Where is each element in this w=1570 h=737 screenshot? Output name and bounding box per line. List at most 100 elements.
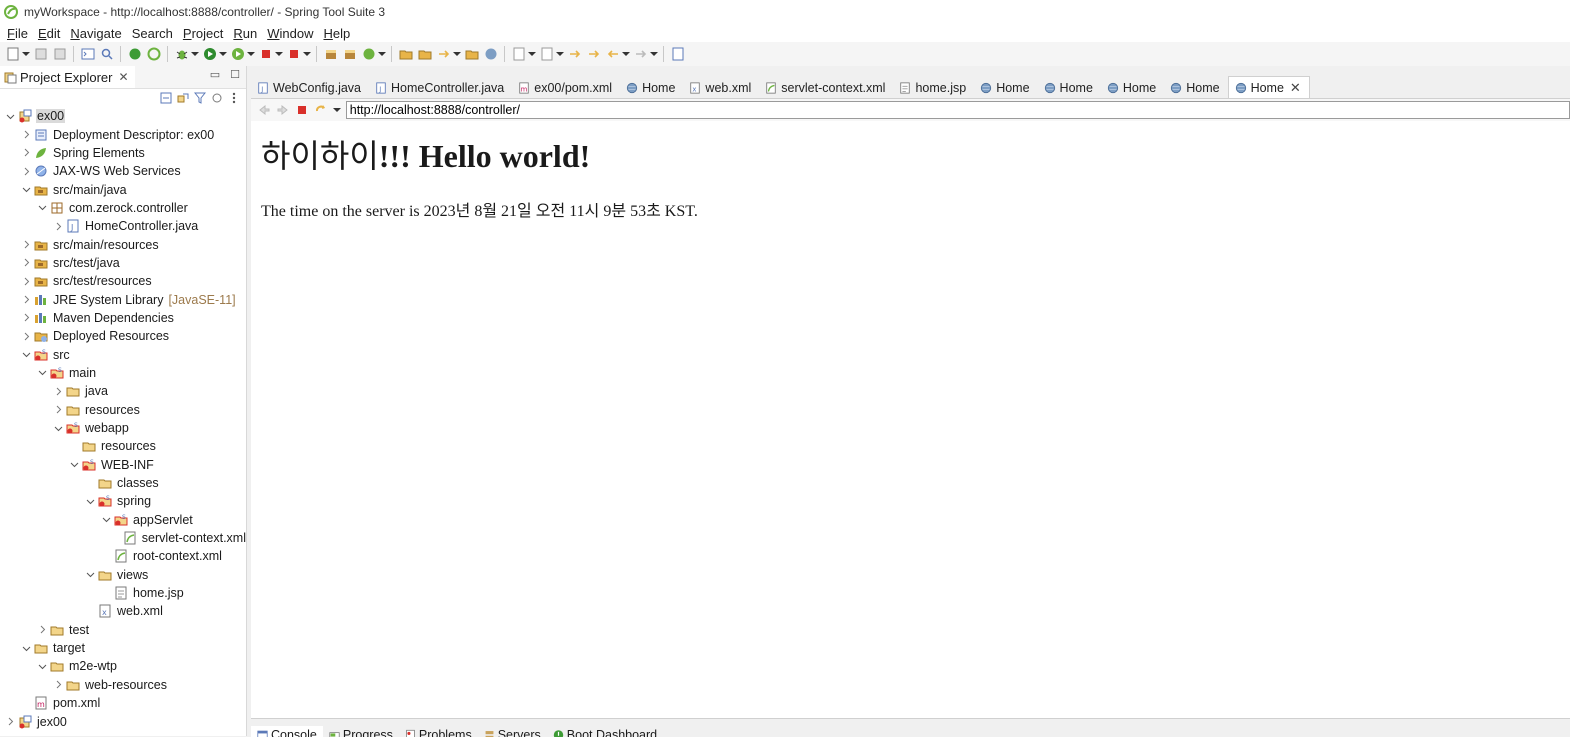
bottom-tab[interactable]: Progress <box>323 726 399 737</box>
run-icon[interactable] <box>202 47 217 62</box>
new-package-icon[interactable] <box>342 47 357 62</box>
tree-item[interactable]: Deployment Descriptor: ex00 <box>0 125 247 143</box>
annotation-icon[interactable] <box>511 47 526 62</box>
chevron-right-icon[interactable] <box>20 239 32 251</box>
refresh-dropdown-icon[interactable] <box>333 103 340 117</box>
bottom-tab[interactable]: Console <box>251 726 323 737</box>
tree-item[interactable]: home.jsp <box>0 584 247 602</box>
spring-boot-icon[interactable] <box>127 47 142 62</box>
tree-item[interactable]: SappServlet <box>0 511 247 529</box>
chevron-right-icon[interactable] <box>20 330 32 342</box>
run-server-icon[interactable] <box>230 47 245 62</box>
spring-icon[interactable] <box>146 47 161 62</box>
editor-tab[interactable]: xweb.xml <box>683 77 759 98</box>
chevron-down-icon[interactable] <box>68 459 80 471</box>
editor-tab[interactable]: JHomeController.java <box>369 77 512 98</box>
chevron-right-icon[interactable] <box>20 275 32 287</box>
chevron-right-icon[interactable] <box>20 147 32 159</box>
chevron-right-icon[interactable] <box>52 679 64 691</box>
tree-item[interactable]: classes <box>0 474 247 492</box>
debug-dropdown-icon[interactable] <box>191 47 198 61</box>
prev-edit-icon[interactable] <box>567 47 582 62</box>
annotation-dropdown-icon[interactable] <box>528 47 535 61</box>
close-icon[interactable]: ✕ <box>118 70 128 84</box>
deploy-dropdown-icon[interactable] <box>303 47 310 61</box>
tree-item[interactable]: target <box>0 639 247 657</box>
chevron-down-icon[interactable] <box>36 660 48 672</box>
tree-item[interactable]: jex00 <box>0 712 247 730</box>
editor-tab[interactable]: home.jsp <box>893 77 974 98</box>
tree-item[interactable]: servlet-context.xml <box>0 529 247 547</box>
editor-tab[interactable]: Home <box>1101 77 1164 98</box>
back-dropdown-icon[interactable] <box>622 47 629 61</box>
tree-item[interactable]: web-resources <box>0 676 247 694</box>
editor-tab[interactable]: Home <box>974 77 1037 98</box>
tree-item[interactable]: m2e-wtp <box>0 657 247 675</box>
open-folder-icon[interactable] <box>464 47 479 62</box>
stop-icon[interactable] <box>258 47 273 62</box>
view-menu-icon[interactable] <box>228 92 240 104</box>
editor-tab[interactable]: Home <box>1164 77 1227 98</box>
tree-item[interactable]: Spring Elements <box>0 144 247 162</box>
chevron-down-icon[interactable] <box>36 202 48 214</box>
back-icon[interactable] <box>257 103 271 117</box>
bottom-tab[interactable]: Boot Dashboard <box>547 726 663 737</box>
run-server-dropdown-icon[interactable] <box>247 47 254 61</box>
editor-tab[interactable]: servlet-context.xml <box>759 77 893 98</box>
forward-icon[interactable] <box>633 47 648 62</box>
close-icon[interactable]: ✕ <box>1290 80 1301 96</box>
tree-item[interactable]: ex00 <box>0 107 247 125</box>
new-java-project-icon[interactable] <box>323 47 338 62</box>
search-icon[interactable] <box>99 47 114 62</box>
tab-project-explorer[interactable]: Project Explorer ✕ <box>0 66 135 88</box>
chevron-right-icon[interactable] <box>52 385 64 397</box>
next-edit-icon[interactable] <box>586 47 601 62</box>
stop-dropdown-icon[interactable] <box>275 47 282 61</box>
menu-search[interactable]: Search <box>127 26 178 41</box>
filter-icon[interactable] <box>194 92 206 104</box>
stop-icon[interactable] <box>295 103 309 117</box>
chevron-right-icon[interactable] <box>20 312 32 324</box>
chevron-right-icon[interactable] <box>52 404 64 416</box>
menu-window[interactable]: Window <box>262 26 318 41</box>
tree-item[interactable]: src/main/java <box>0 180 247 198</box>
terminal-icon[interactable] <box>80 47 95 62</box>
tree-item[interactable]: Maven Dependencies <box>0 309 247 327</box>
editor-tab[interactable]: Home <box>620 77 683 98</box>
chevron-down-icon[interactable] <box>100 514 112 526</box>
chevron-right-icon[interactable] <box>52 220 64 232</box>
menu-help[interactable]: Help <box>318 26 355 41</box>
forward-icon[interactable] <box>276 103 290 117</box>
open-task-icon[interactable] <box>417 47 432 62</box>
next-annotation-icon[interactable] <box>539 47 554 62</box>
tree-item[interactable]: views <box>0 566 247 584</box>
collapse-all-icon[interactable] <box>160 92 172 104</box>
perspective-icon[interactable] <box>670 47 685 62</box>
bottom-tab[interactable]: Servers <box>478 726 547 737</box>
bottom-tab[interactable]: Problems <box>399 726 478 737</box>
globe-icon[interactable] <box>483 47 498 62</box>
tree-item[interactable]: xweb.xml <box>0 602 247 620</box>
refresh-icon[interactable] <box>314 103 328 117</box>
menu-file[interactable]: File <box>2 26 33 41</box>
tree-item[interactable]: src/test/resources <box>0 272 247 290</box>
tree-item[interactable]: java <box>0 382 247 400</box>
back-icon[interactable] <box>605 47 620 62</box>
tree-item[interactable]: test <box>0 621 247 639</box>
new-class-dropdown-icon[interactable] <box>378 47 385 61</box>
tree-item[interactable]: resources <box>0 401 247 419</box>
chevron-down-icon[interactable] <box>4 110 16 122</box>
tree-item[interactable]: Smain <box>0 364 247 382</box>
maximize-icon[interactable]: ☐ <box>230 68 240 81</box>
url-input[interactable] <box>346 101 1570 119</box>
tree-item[interactable]: mpom.xml <box>0 694 247 712</box>
editor-tab[interactable]: Home <box>1038 77 1101 98</box>
tree-item[interactable]: Sspring <box>0 492 247 510</box>
minimize-icon[interactable]: ▭ <box>210 68 220 81</box>
chevron-right-icon[interactable] <box>36 624 48 636</box>
menu-project[interactable]: Project <box>178 26 228 41</box>
editor-tab[interactable]: Home✕ <box>1228 76 1310 98</box>
tree-item[interactable]: JHomeController.java <box>0 217 247 235</box>
chevron-down-icon[interactable] <box>20 184 32 196</box>
link-with-editor-icon[interactable] <box>177 92 189 104</box>
